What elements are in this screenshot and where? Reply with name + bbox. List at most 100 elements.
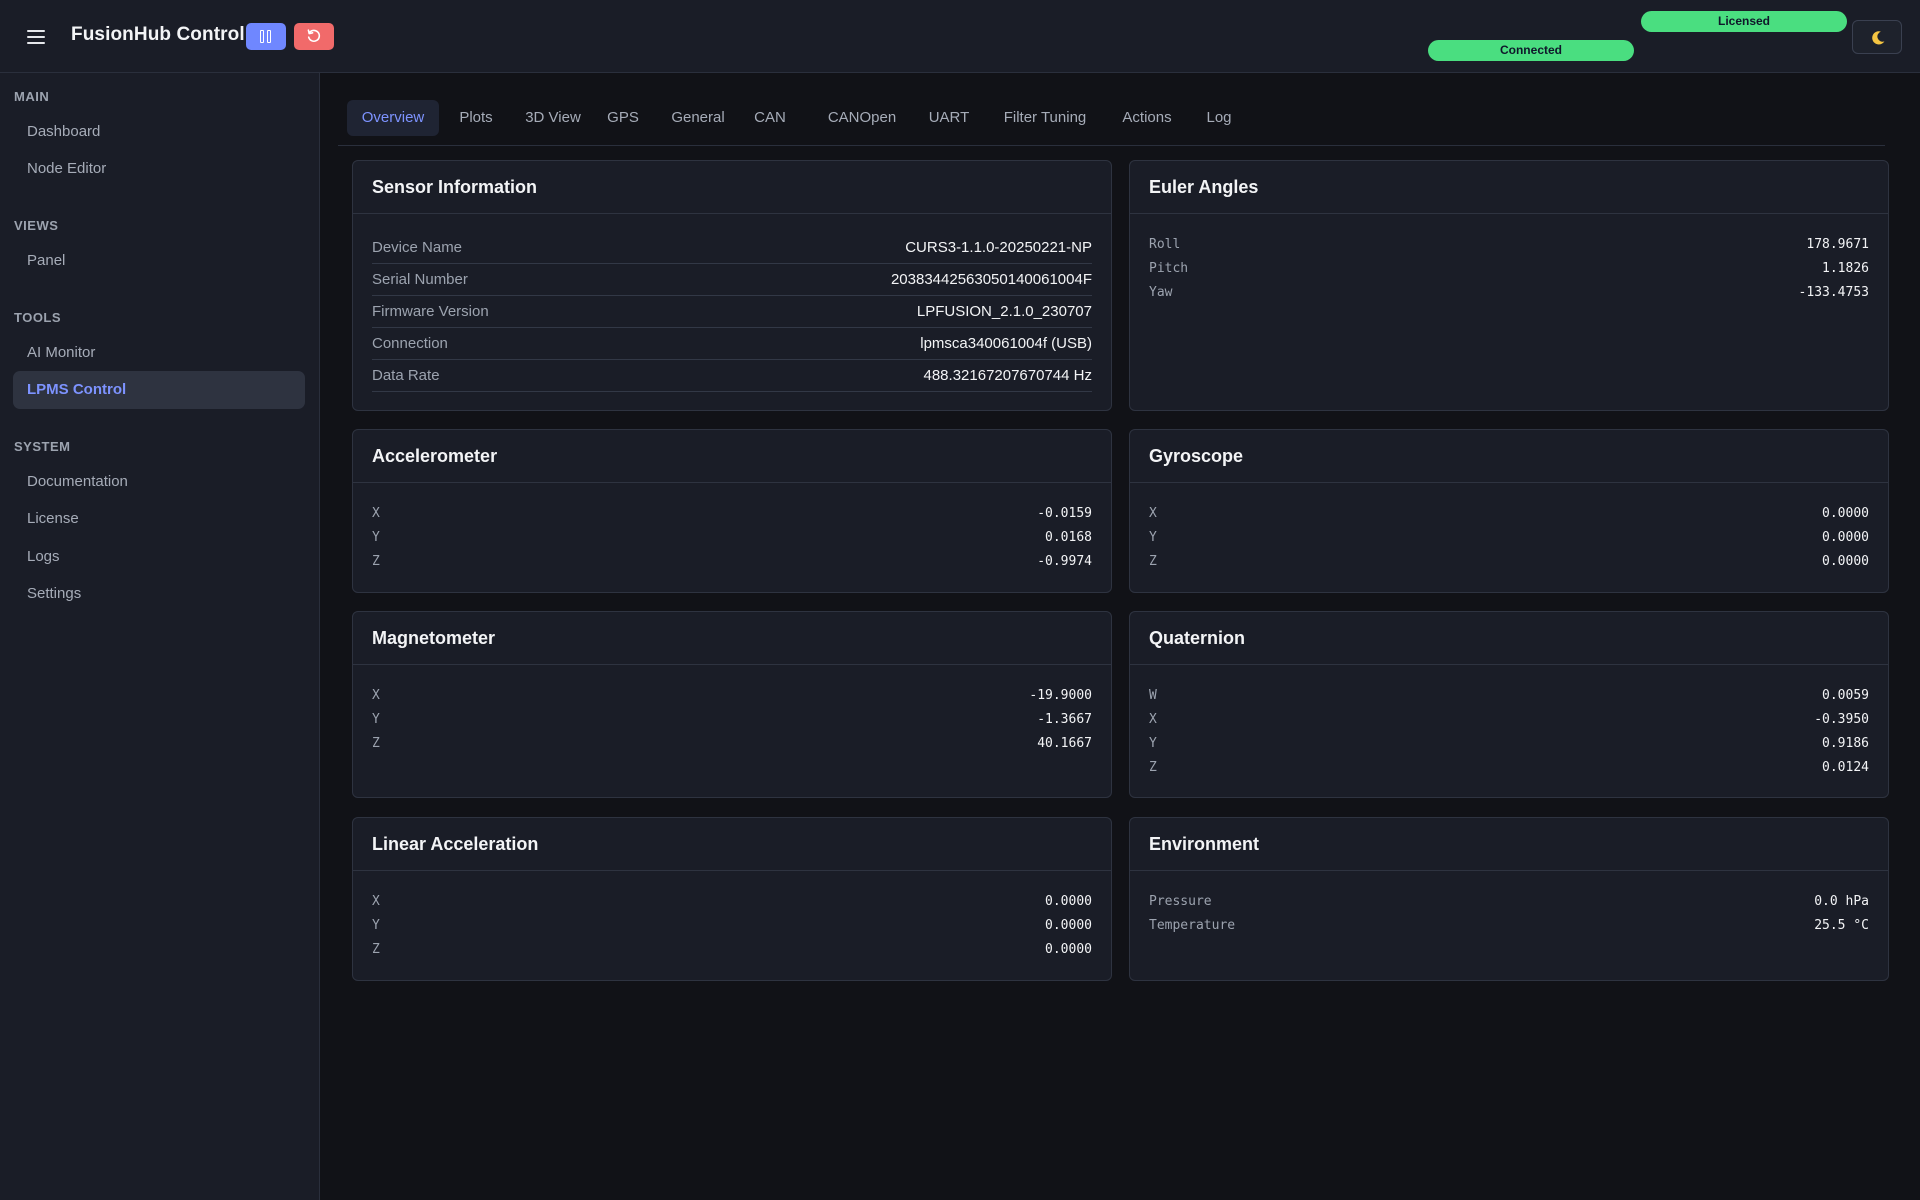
section-views: VIEWS bbox=[14, 218, 59, 233]
value-row-z: Z 0.0000 bbox=[372, 940, 1092, 960]
value-row-w: W 0.0059 bbox=[1149, 686, 1869, 706]
sidebar-item-dashboard[interactable]: Dashboard bbox=[13, 113, 305, 151]
value-row-temperature: Temperature 25.5 °C bbox=[1149, 916, 1869, 936]
tab-gps[interactable]: GPS bbox=[603, 100, 643, 136]
value-row-x: X -19.9000 bbox=[372, 686, 1092, 706]
value-label: Temperature bbox=[1149, 918, 1236, 933]
info-value: CURS3-1.1.0-20250221-NP bbox=[905, 239, 1092, 256]
card-title: Linear Acceleration bbox=[353, 818, 1111, 871]
card-title: Gyroscope bbox=[1130, 430, 1888, 483]
value-label: X bbox=[1149, 506, 1157, 521]
tab-uart[interactable]: UART bbox=[927, 100, 971, 136]
value-label: Pressure bbox=[1149, 894, 1212, 909]
value-reading: 1.1826 bbox=[1822, 261, 1869, 276]
sidebar-item-node-editor[interactable]: Node Editor bbox=[13, 150, 305, 188]
value-label: Pitch bbox=[1149, 261, 1189, 276]
value-reading: -0.0159 bbox=[1037, 506, 1092, 521]
value-reading: 40.1667 bbox=[1037, 736, 1092, 751]
value-label: Z bbox=[1149, 760, 1157, 775]
card-title: Sensor Information bbox=[353, 161, 1111, 214]
value-label: Z bbox=[372, 554, 380, 569]
licensed-badge: Licensed bbox=[1641, 11, 1847, 32]
value-row-y: Y 0.0000 bbox=[372, 916, 1092, 936]
tab-overview[interactable]: Overview bbox=[347, 100, 439, 136]
app-title: FusionHub Control bbox=[71, 24, 245, 45]
value-reading: 0.0168 bbox=[1045, 530, 1092, 545]
value-label: Yaw bbox=[1149, 285, 1173, 300]
value-label: X bbox=[372, 688, 380, 703]
value-label: X bbox=[372, 894, 380, 909]
environment-card: Environment Pressure 0.0 hPa Temperature… bbox=[1129, 817, 1889, 981]
theme-toggle-button[interactable] bbox=[1852, 20, 1902, 54]
value-label: Roll bbox=[1149, 237, 1181, 252]
value-label: Z bbox=[372, 736, 380, 751]
sidebar-item-documentation[interactable]: Documentation bbox=[13, 463, 305, 501]
tab-3d-view[interactable]: 3D View bbox=[522, 100, 584, 136]
sidebar-item-ai-monitor[interactable]: AI Monitor bbox=[13, 334, 305, 372]
top-bar: FusionHub Control Licensed Connected bbox=[0, 0, 1920, 73]
value-label: Y bbox=[372, 530, 380, 545]
section-tools: TOOLS bbox=[14, 310, 62, 325]
value-row-x: X 0.0000 bbox=[372, 892, 1092, 912]
connection-status-badge: Connected bbox=[1428, 40, 1634, 61]
info-label: Connection bbox=[372, 335, 448, 352]
pause-button[interactable] bbox=[246, 23, 286, 50]
value-label: Y bbox=[372, 712, 380, 727]
value-reading: 0.0000 bbox=[1045, 942, 1092, 957]
value-label: Y bbox=[372, 918, 380, 933]
tab-general[interactable]: General bbox=[670, 100, 726, 136]
value-label: Z bbox=[372, 942, 380, 957]
info-label: Serial Number bbox=[372, 271, 468, 288]
sidebar-item-logs[interactable]: Logs bbox=[13, 538, 305, 576]
linear-acceleration-card: Linear Acceleration X 0.0000 Y 0.0000 Z … bbox=[352, 817, 1112, 981]
value-reading: 0.0000 bbox=[1045, 894, 1092, 909]
tab-log[interactable]: Log bbox=[1204, 100, 1234, 136]
sidebar: MAIN Dashboard Node Editor VIEWS Panel T… bbox=[0, 73, 320, 1200]
value-row-z: Z 0.0000 bbox=[1149, 552, 1869, 572]
sidebar-item-panel[interactable]: Panel bbox=[13, 242, 305, 280]
reset-button[interactable] bbox=[294, 23, 334, 50]
tab-plots[interactable]: Plots bbox=[451, 100, 501, 136]
accelerometer-card: Accelerometer X -0.0159 Y 0.0168 Z -0.99… bbox=[352, 429, 1112, 593]
value-row-pressure: Pressure 0.0 hPa bbox=[1149, 892, 1869, 912]
value-row-yaw: Yaw -133.4753 bbox=[1149, 283, 1869, 303]
sensor-information-card: Sensor Information Device Name CURS3-1.1… bbox=[352, 160, 1112, 411]
value-reading: -133.4753 bbox=[1798, 285, 1869, 300]
tab-can[interactable]: CAN bbox=[752, 100, 788, 136]
tab-filter-tuning[interactable]: Filter Tuning bbox=[1000, 100, 1090, 136]
value-label: Y bbox=[1149, 530, 1157, 545]
card-title: Environment bbox=[1130, 818, 1888, 871]
value-reading: 25.5 °C bbox=[1814, 918, 1869, 933]
info-row-connection: Connection lpmsca340061004f (USB) bbox=[372, 328, 1092, 360]
value-row-x: X -0.3950 bbox=[1149, 710, 1869, 730]
value-label: Y bbox=[1149, 736, 1157, 751]
tab-actions[interactable]: Actions bbox=[1119, 100, 1175, 136]
tab-bar: Overview Plots 3D View GPS General CAN C… bbox=[338, 100, 1885, 146]
value-reading: 0.0 hPa bbox=[1814, 894, 1869, 909]
sidebar-item-settings[interactable]: Settings bbox=[13, 575, 305, 613]
sidebar-item-lpms-control[interactable]: LPMS Control bbox=[13, 371, 305, 409]
info-value: 488.32167207670744 Hz bbox=[923, 367, 1093, 384]
card-title: Quaternion bbox=[1130, 612, 1888, 665]
hamburger-menu-icon[interactable] bbox=[24, 24, 52, 48]
info-value: LPFUSION_2.1.0_230707 bbox=[916, 303, 1092, 320]
info-value: lpmsca340061004f (USB) bbox=[920, 335, 1092, 352]
tab-canopen[interactable]: CANOpen bbox=[826, 100, 898, 136]
info-row-firmware-version: Firmware Version LPFUSION_2.1.0_230707 bbox=[372, 296, 1092, 328]
info-label: Data Rate bbox=[372, 367, 440, 384]
value-row-y: Y 0.0000 bbox=[1149, 528, 1869, 548]
value-row-z: Z 0.0124 bbox=[1149, 758, 1869, 778]
euler-angles-card: Euler Angles Roll 178.9671 Pitch 1.1826 … bbox=[1129, 160, 1889, 411]
info-row-device-name: Device Name CURS3-1.1.0-20250221-NP bbox=[372, 232, 1092, 264]
magnetometer-card: Magnetometer X -19.9000 Y -1.3667 Z 40.1… bbox=[352, 611, 1112, 798]
value-reading: 0.0000 bbox=[1045, 918, 1092, 933]
refresh-icon bbox=[307, 29, 321, 43]
card-title: Euler Angles bbox=[1130, 161, 1888, 214]
gyroscope-card: Gyroscope X 0.0000 Y 0.0000 Z 0.0000 bbox=[1129, 429, 1889, 593]
quaternion-card: Quaternion W 0.0059 X -0.3950 Y 0.9186 Z… bbox=[1129, 611, 1889, 798]
card-title: Accelerometer bbox=[353, 430, 1111, 483]
value-label: X bbox=[372, 506, 380, 521]
value-row-y: Y 0.0168 bbox=[372, 528, 1092, 548]
value-reading: -0.9974 bbox=[1037, 554, 1092, 569]
sidebar-item-license[interactable]: License bbox=[13, 500, 305, 538]
